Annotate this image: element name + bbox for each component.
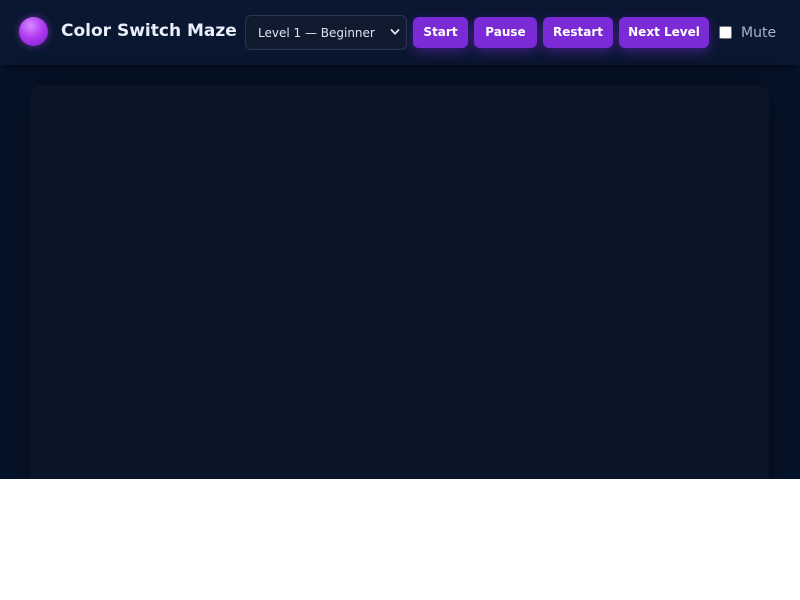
restart-button[interactable]: Restart [543, 17, 613, 48]
pause-button[interactable]: Pause [474, 17, 537, 48]
game-canvas[interactable] [30, 85, 769, 479]
mute-label: Mute [741, 25, 777, 41]
mute-checkbox[interactable] [719, 26, 732, 39]
level-select[interactable]: Level 1 — Beginner [245, 15, 407, 50]
next-level-button[interactable]: Next Level [619, 17, 709, 48]
chevron-down-icon [390, 29, 400, 35]
level-select-value: Level 1 — Beginner [258, 26, 375, 40]
app-title: Color Switch Maze [61, 21, 237, 41]
start-button[interactable]: Start [413, 17, 468, 48]
game-app: Color Switch Maze Level 1 — Beginner Sta… [0, 0, 800, 479]
top-bar: Color Switch Maze Level 1 — Beginner Sta… [0, 0, 800, 65]
purple-ball-icon [19, 17, 48, 46]
